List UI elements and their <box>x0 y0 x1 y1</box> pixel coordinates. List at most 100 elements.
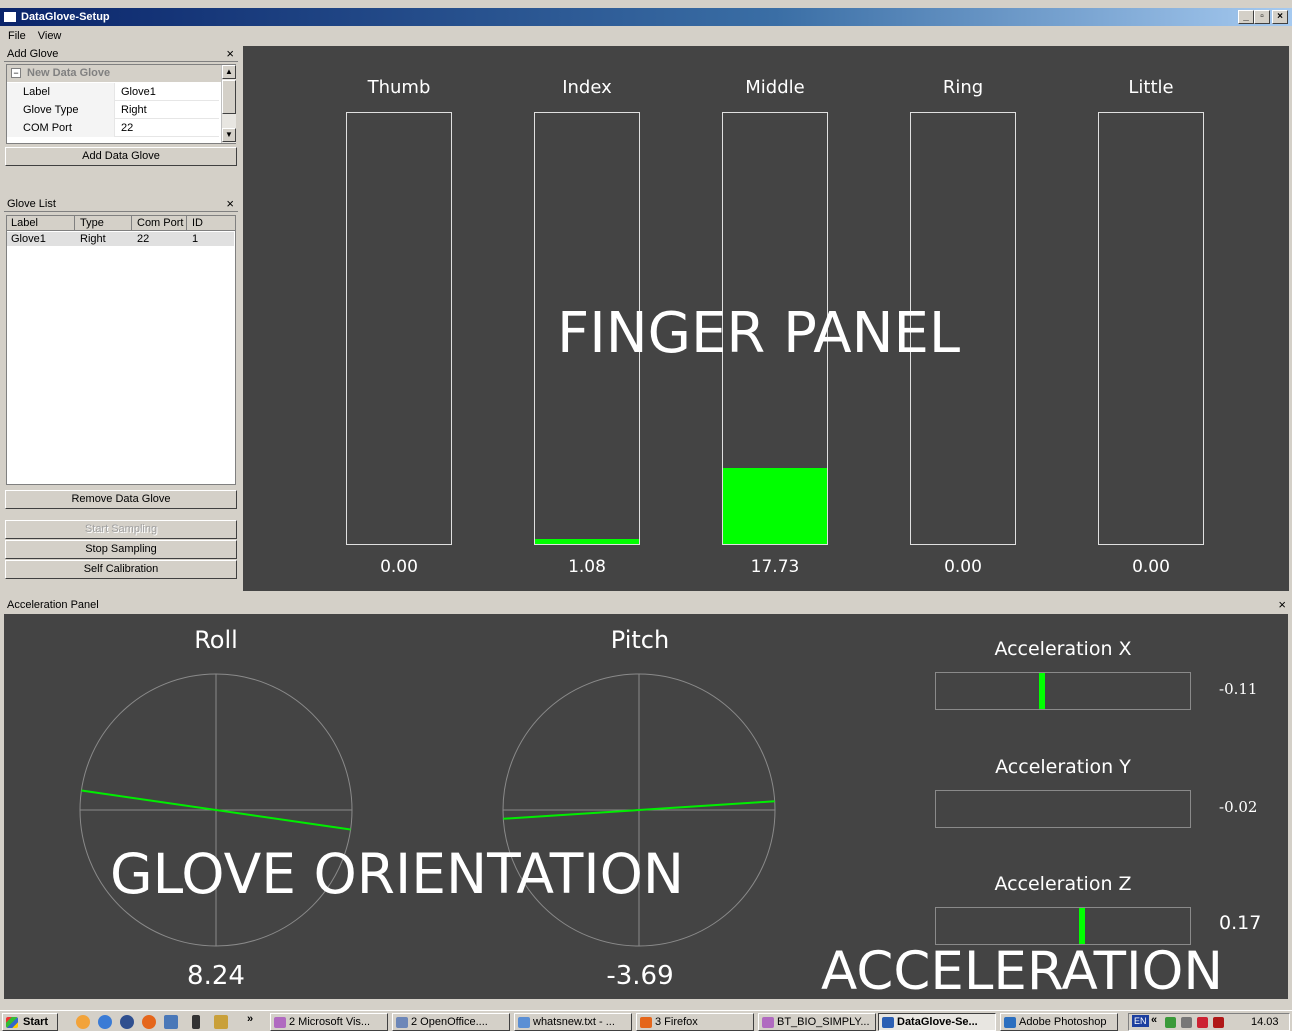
prop-key: Glove Type <box>7 101 115 119</box>
taskbar-item-label: BT_BIO_SIMPLY... <box>777 1016 870 1028</box>
taskbar-item[interactable]: whatsnew.txt - ... <box>514 1013 632 1031</box>
ie-icon[interactable] <box>98 1015 112 1029</box>
acceleration-overlay: ACCELERATION <box>821 941 1224 1002</box>
prop-glove-type-row[interactable]: Glove Type Right <box>7 101 219 119</box>
accel-z-needle <box>1079 908 1085 944</box>
system-tray: EN « 14.03 <box>1128 1013 1290 1031</box>
finger-label-thumb: Thumb <box>367 77 431 98</box>
scroll-thumb[interactable] <box>222 80 236 114</box>
taskbar-item[interactable]: BT_BIO_SIMPLY... <box>758 1013 876 1031</box>
menu-bar: File View <box>0 27 1292 45</box>
tray-icon[interactable] <box>1181 1017 1192 1028</box>
app-icon <box>396 1017 408 1028</box>
finger-label-middle: Middle <box>745 77 805 98</box>
title-bar: DataGlove-Setup _ ▫ × <box>0 8 1292 26</box>
windows-logo-icon <box>6 1017 18 1028</box>
prop-label-row[interactable]: Label Glove1 <box>7 83 219 101</box>
col-label[interactable]: Label <box>7 216 75 231</box>
quicklaunch-icon[interactable] <box>192 1015 200 1029</box>
tray-icon[interactable] <box>1197 1017 1208 1028</box>
add-glove-title: Add Glove <box>7 48 59 60</box>
accel-y-bar <box>935 790 1191 828</box>
taskbar-item-label: 2 OpenOffice.... <box>411 1016 488 1028</box>
close-icon[interactable]: × <box>226 46 234 61</box>
language-indicator[interactable]: EN <box>1132 1015 1149 1027</box>
table-header: Label Type Com Port ID <box>7 216 235 231</box>
accel-x-value: -0.11 <box>1219 680 1258 698</box>
taskbar-item[interactable]: 2 OpenOffice.... <box>392 1013 510 1031</box>
accel-x-title: Acceleration X <box>994 638 1132 660</box>
acceleration-panel-title: Acceleration Panel <box>7 599 99 611</box>
roll-value: 8.24 <box>187 961 245 991</box>
quicklaunch-icon[interactable] <box>76 1015 90 1029</box>
taskbar-item-active[interactable]: DataGlove-Se... <box>878 1013 996 1031</box>
stop-sampling-button[interactable]: Stop Sampling <box>5 540 237 559</box>
folder-icon[interactable] <box>214 1015 228 1029</box>
finger-value-thumb: 0.00 <box>380 557 418 577</box>
firefox-icon[interactable] <box>142 1015 156 1029</box>
taskbar-item[interactable]: Adobe Photoshop <box>1000 1013 1118 1031</box>
clock: 14.03 <box>1251 1016 1279 1028</box>
add-glove-dock: Add Glove × − New Data Glove Label Glove… <box>4 46 238 191</box>
scrollbar[interactable]: ▲ ▼ <box>221 65 236 143</box>
col-type[interactable]: Type <box>76 216 132 231</box>
tray-icon[interactable] <box>1213 1017 1224 1028</box>
remove-data-glove-button[interactable]: Remove Data Glove <box>5 490 237 509</box>
taskbar-item-label: Adobe Photoshop <box>1019 1016 1107 1028</box>
cell-label: Glove1 <box>11 233 46 245</box>
prop-key: COM Port <box>7 119 115 137</box>
close-button[interactable]: × <box>1272 10 1288 24</box>
orientation-gauges <box>79 673 776 947</box>
group-label: New Data Glove <box>27 67 111 79</box>
self-calibration-button[interactable]: Self Calibration <box>5 560 237 579</box>
finger-fill <box>535 539 639 544</box>
table-row[interactable]: Glove1 Right 22 1 <box>7 232 234 246</box>
glove-list-title: Glove List <box>7 198 56 210</box>
start-sampling-button[interactable]: Start Sampling <box>5 520 237 539</box>
finger-value-little: 0.00 <box>1132 557 1170 577</box>
col-id[interactable]: ID <box>188 216 235 231</box>
start-label: Start <box>23 1016 49 1028</box>
finger-label-ring: Ring <box>942 77 984 98</box>
menu-view[interactable]: View <box>38 30 62 42</box>
scroll-up-icon[interactable]: ▲ <box>222 65 236 79</box>
prop-key: Label <box>7 83 115 101</box>
scroll-down-icon[interactable]: ▼ <box>222 128 236 142</box>
acceleration-panel-header: Acceleration Panel × <box>4 597 1292 613</box>
col-com-port[interactable]: Com Port <box>133 216 187 231</box>
finger-panel-overlay: FINGER PANEL <box>557 301 961 366</box>
finger-label-index: Index <box>562 77 612 98</box>
close-icon[interactable]: × <box>226 196 234 211</box>
finger-fill <box>723 468 827 544</box>
prop-value[interactable]: Glove1 <box>117 83 156 101</box>
accel-y-title: Acceleration Y <box>995 756 1131 778</box>
finger-bar-little <box>1098 112 1204 545</box>
collapse-icon[interactable]: − <box>11 68 21 78</box>
start-button[interactable]: Start <box>2 1013 58 1031</box>
menu-file[interactable]: File <box>8 30 26 42</box>
maximize-button[interactable]: ▫ <box>1254 10 1270 24</box>
app-icon <box>518 1017 530 1028</box>
chevron-icon[interactable]: » <box>247 1013 253 1025</box>
cell-id: 1 <box>192 233 199 245</box>
quicklaunch-icon[interactable] <box>164 1015 178 1029</box>
chevron-icon[interactable]: « <box>1151 1014 1157 1026</box>
tray-icon[interactable] <box>1165 1017 1176 1028</box>
finger-value-ring: 0.00 <box>944 557 982 577</box>
taskbar-item[interactable]: 3 Firefox <box>636 1013 754 1031</box>
taskbar-item-label: 3 Firefox <box>655 1016 698 1028</box>
minimize-button[interactable]: _ <box>1238 10 1254 24</box>
quicklaunch-icon[interactable] <box>120 1015 134 1029</box>
taskbar-item[interactable]: 2 Microsoft Vis... <box>270 1013 388 1031</box>
add-data-glove-button[interactable]: Add Data Glove <box>5 147 237 166</box>
finger-label-little: Little <box>1128 77 1174 98</box>
accel-z-title: Acceleration Z <box>994 873 1132 895</box>
prop-value[interactable]: 22 <box>117 119 133 137</box>
property-group[interactable]: − New Data Glove <box>7 65 221 82</box>
taskbar-item-label: DataGlove-Se... <box>897 1016 978 1028</box>
prop-com-port-row[interactable]: COM Port 22 <box>7 119 219 137</box>
accel-z-bar <box>935 907 1191 945</box>
prop-value[interactable]: Right <box>117 101 147 119</box>
taskbar-item-label: 2 Microsoft Vis... <box>289 1016 371 1028</box>
close-icon[interactable]: × <box>1278 597 1286 612</box>
